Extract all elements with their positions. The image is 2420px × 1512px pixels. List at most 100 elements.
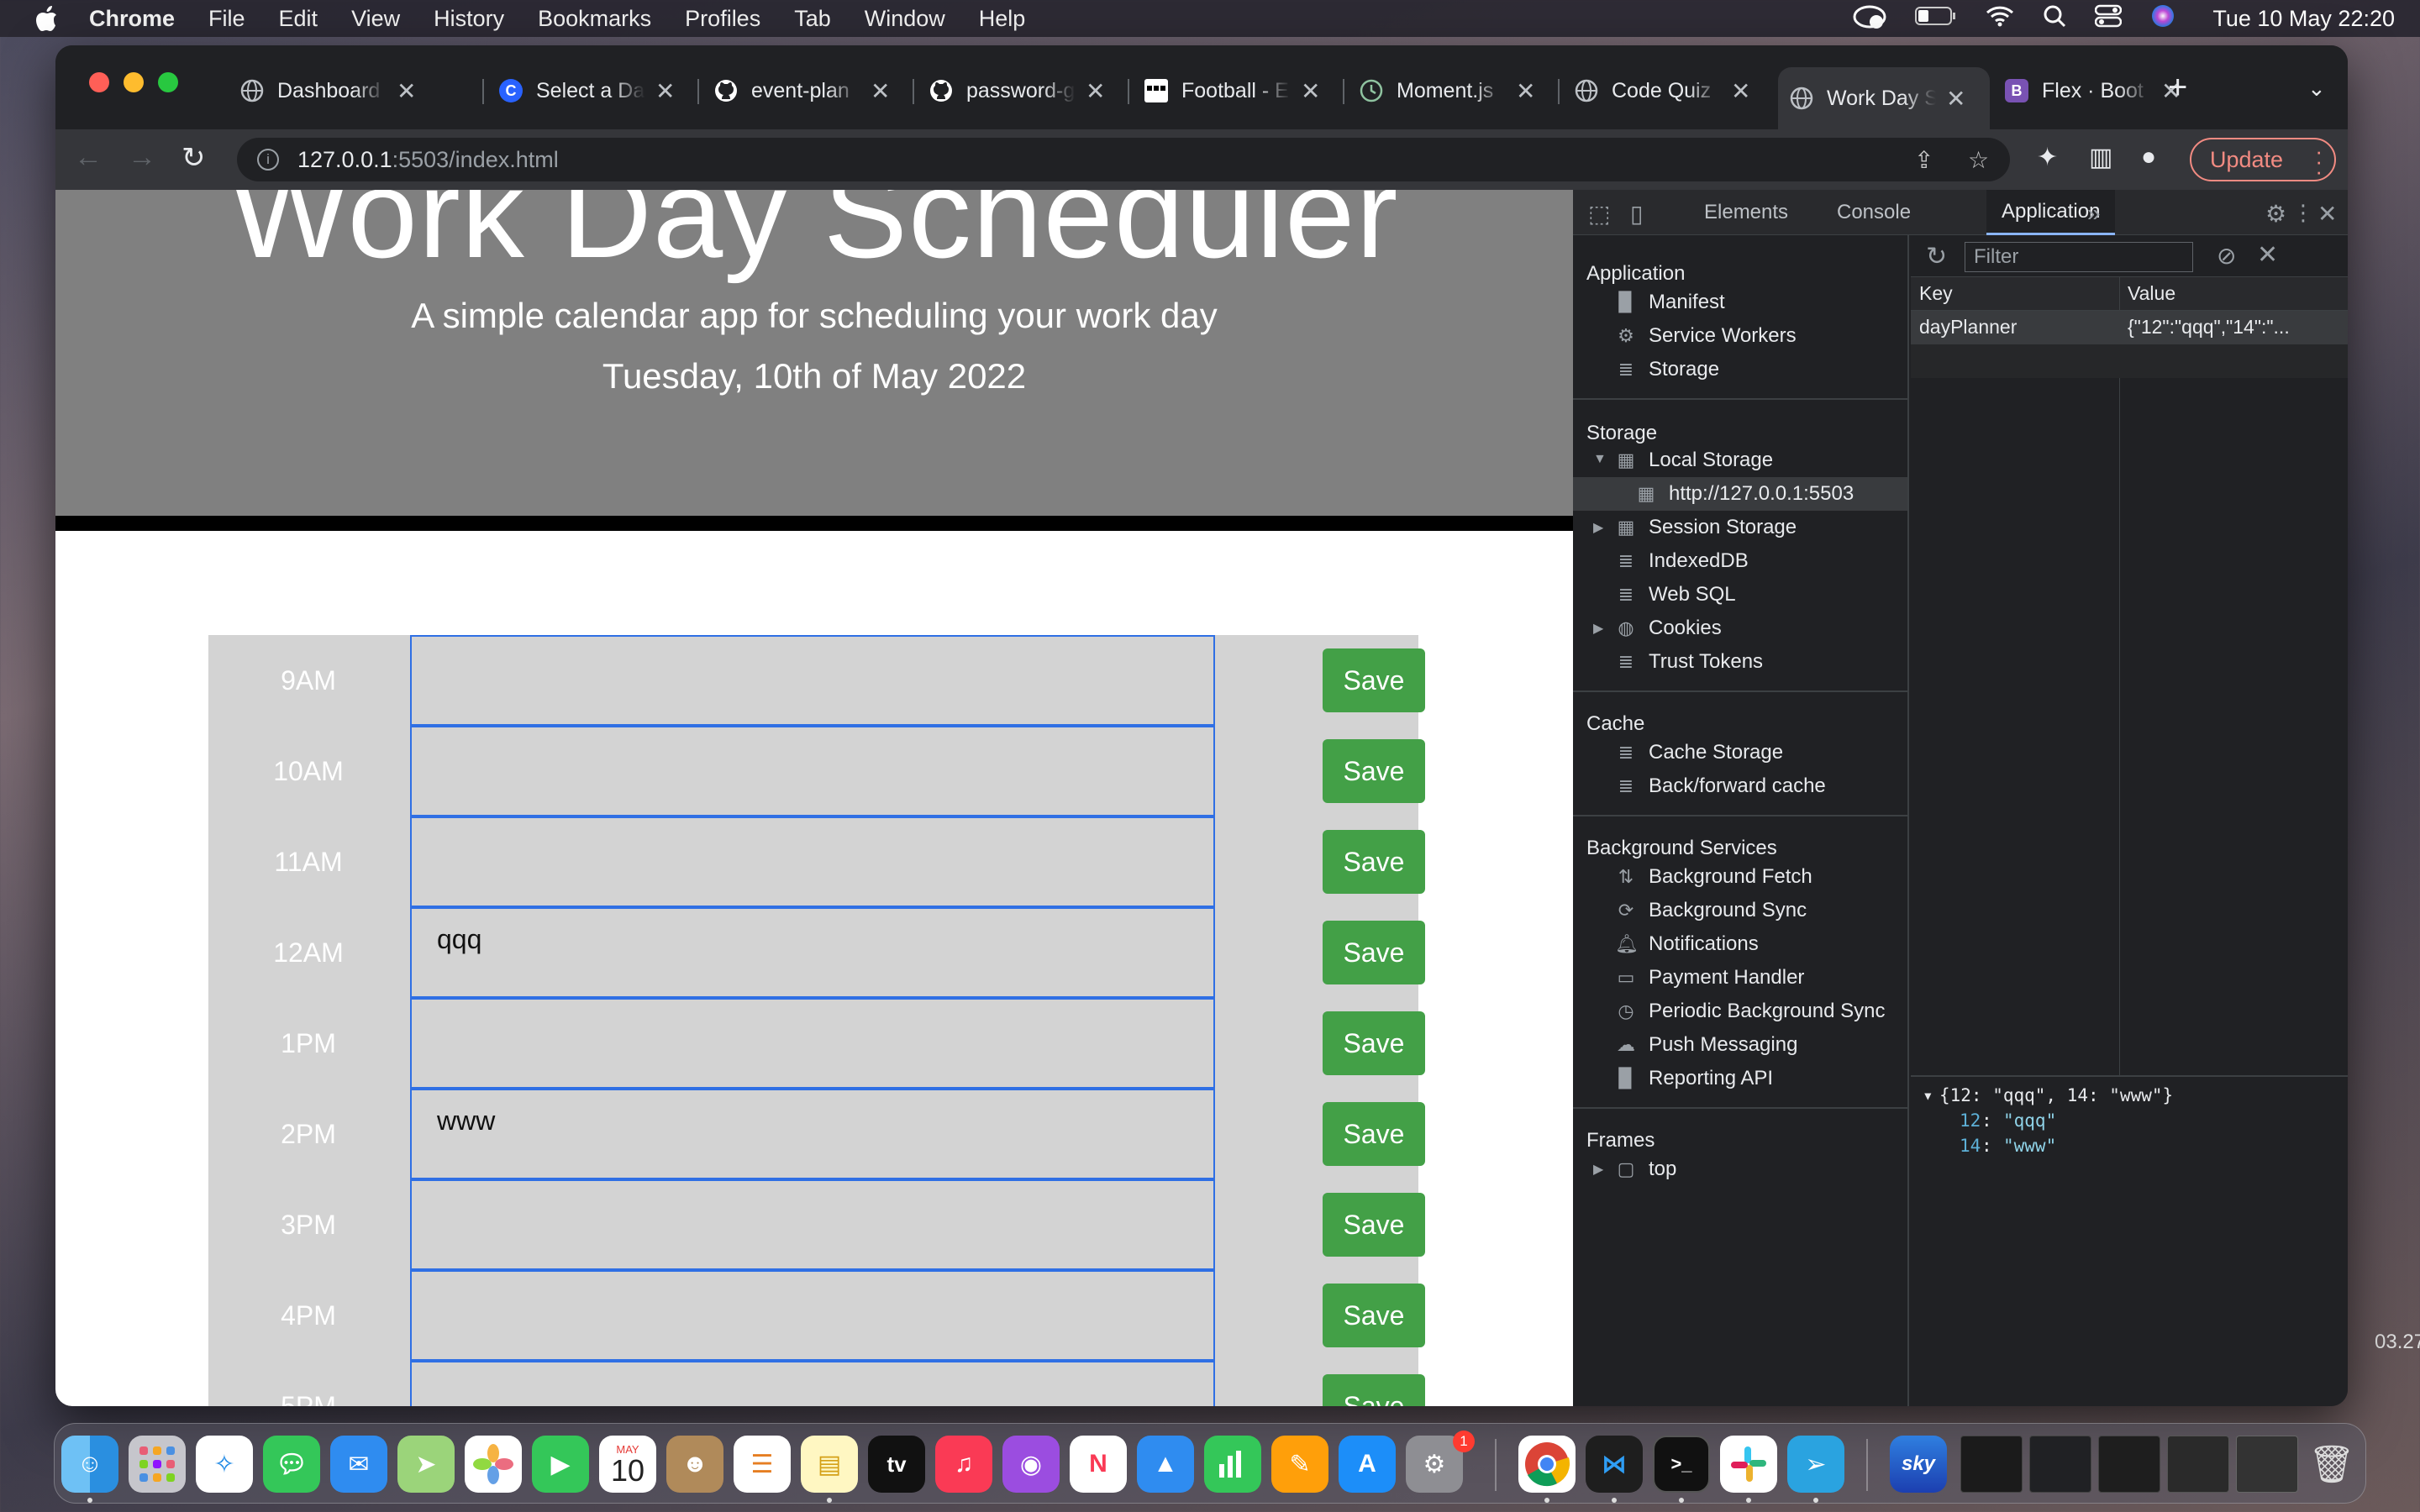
close-tab-icon[interactable]: ✕ [397, 77, 416, 105]
tab-event-planner[interactable]: event-plan ✕ [702, 67, 902, 114]
side-panel-icon[interactable]: ▥ [2089, 143, 2112, 172]
inspect-element-icon[interactable]: ⬚ [1588, 200, 1610, 228]
facetime-camera-icon[interactable]: ▶ [532, 1436, 589, 1493]
menu-kebab-icon[interactable]: · · · [2315, 140, 2323, 182]
maps-icon[interactable]: ➤ [397, 1436, 455, 1493]
slack-icon[interactable] [1720, 1436, 1777, 1493]
column-header-key[interactable]: Key [1919, 282, 1953, 305]
close-tab-icon[interactable]: ✕ [1301, 77, 1320, 105]
sky-go-icon[interactable]: sky [1890, 1436, 1947, 1493]
spotlight-search-icon[interactable] [2043, 4, 2066, 34]
save-button[interactable]: Save [1323, 648, 1425, 712]
terminal-prompt-icon[interactable]: >_ [1653, 1436, 1710, 1493]
telegram-plane-icon[interactable]: ➢ [1787, 1436, 1844, 1493]
event-textarea[interactable] [410, 635, 1215, 726]
close-tab-icon[interactable]: ✕ [655, 77, 675, 105]
tab-momentjs[interactable]: Moment.js ✕ [1348, 67, 1547, 114]
wifi-icon[interactable] [1986, 5, 2014, 33]
event-textarea[interactable]: www [410, 1089, 1215, 1179]
device-toolbar-icon[interactable]: ▯ [1630, 200, 1643, 228]
close-tab-icon[interactable]: ✕ [871, 77, 890, 105]
menu-app-name[interactable]: Chrome [89, 6, 175, 32]
preview-expand-triangle-icon[interactable]: ▾ [1923, 1085, 1933, 1105]
menu-help[interactable]: Help [979, 6, 1026, 32]
tab-code-quiz[interactable]: Code Quiz ✕ [1563, 67, 1762, 114]
creative-cloud-icon[interactable] [1853, 2, 1886, 36]
messages-bubble-icon[interactable]: 💬︎ [263, 1436, 320, 1493]
event-textarea[interactable]: qqq [410, 907, 1215, 998]
tab-flex-bootstrap[interactable]: B Flex · Boot ✕ [1993, 67, 2192, 114]
tab-dashboard[interactable]: Dashboard ✕ [229, 67, 428, 114]
expanded-triangle-icon[interactable]: ▼ [1593, 452, 1607, 467]
reminders-list-icon[interactable]: ☰ [734, 1436, 791, 1493]
minimized-window-thumbnail[interactable] [2029, 1436, 2091, 1493]
minimized-window-thumbnail[interactable] [1960, 1436, 2023, 1493]
sidebar-item-periodic-background-sync[interactable]: ◷ Periodic Background Sync [1615, 995, 1885, 1028]
devtools-settings-gear-icon[interactable]: ⚙ [2265, 200, 2286, 228]
event-textarea[interactable] [410, 1270, 1215, 1361]
trash-icon[interactable]: 🗑︎ [2303, 1436, 2360, 1493]
close-tab-icon[interactable]: ✕ [1086, 77, 1105, 105]
siri-icon[interactable] [2150, 3, 2175, 34]
save-button[interactable]: Save [1323, 1374, 1425, 1406]
mail-envelope-icon[interactable]: ✉ [330, 1436, 387, 1493]
delete-selected-icon[interactable]: ✕ [2257, 240, 2278, 270]
vscode-icon[interactable]: ⋈ [1586, 1436, 1643, 1493]
control-center-icon[interactable] [2095, 4, 2123, 34]
extensions-puzzle-icon[interactable]: ✦ [2037, 143, 2058, 172]
save-button[interactable]: Save [1323, 1284, 1425, 1347]
close-window-button[interactable] [89, 72, 109, 92]
save-button[interactable]: Save [1323, 921, 1425, 984]
chrome-icon[interactable] [1518, 1436, 1576, 1493]
tab-select-a-date[interactable]: C Select a Da ✕ [487, 67, 687, 114]
battery-icon[interactable] [1915, 6, 1957, 32]
devtools-menu-kebab-icon[interactable]: ⋮ [2292, 200, 2314, 226]
tab-password-generator[interactable]: password-g ✕ [918, 67, 1117, 114]
keynote-podium-icon[interactable]: ▲ [1137, 1436, 1194, 1493]
save-button[interactable]: Save [1323, 739, 1425, 803]
tab-elements[interactable]: Elements [1704, 190, 1788, 235]
tab-work-day-scheduler[interactable]: Work Day S ✕ [1778, 67, 1990, 129]
filter-input[interactable]: Filter [1965, 242, 2193, 272]
sidebar-item-web-sql[interactable]: ≣ Web SQL [1615, 578, 1736, 612]
reload-icon[interactable]: ↻ [182, 141, 206, 175]
event-textarea[interactable] [410, 816, 1215, 907]
menu-window[interactable]: Window [865, 6, 945, 32]
minimized-window-thumbnail[interactable] [2167, 1436, 2229, 1493]
menu-tab[interactable]: Tab [794, 6, 831, 32]
save-button[interactable]: Save [1323, 1102, 1425, 1166]
site-info-icon[interactable]: i [257, 149, 279, 171]
table-row[interactable]: dayPlanner {"12":"qqq","14":"... [1911, 311, 2348, 344]
tab-football[interactable]: Football - E ✕ [1133, 67, 1332, 114]
column-header-value[interactable]: Value [2128, 282, 2175, 305]
menu-bookmarks[interactable]: Bookmarks [538, 6, 651, 32]
sidebar-item-local-storage[interactable]: ▦ Local Storage [1615, 444, 1774, 477]
menu-history[interactable]: History [434, 6, 504, 32]
contacts-icon[interactable]: ☻ [666, 1436, 723, 1493]
sidebar-item-push-messaging[interactable]: ☁ Push Messaging [1615, 1028, 1797, 1062]
menu-profiles[interactable]: Profiles [685, 6, 760, 32]
notes-icon[interactable]: ▤ [801, 1436, 858, 1493]
sidebar-item-cache-storage[interactable]: ≣ Cache Storage [1615, 736, 1783, 769]
bookmark-star-icon[interactable]: ☆ [1968, 146, 1989, 174]
menu-clock[interactable]: Tue 10 May 22:20 [2212, 6, 2395, 32]
save-button[interactable]: Save [1323, 1011, 1425, 1075]
sidebar-item-reporting-api[interactable]: ▉ Reporting API [1615, 1062, 1774, 1095]
menu-edit[interactable]: Edit [279, 6, 318, 32]
zoom-window-button[interactable] [158, 72, 178, 92]
sidebar-item-indexeddb[interactable]: ≣ IndexedDB [1615, 544, 1749, 578]
sidebar-item-cookies[interactable]: ◍ Cookies [1615, 612, 1721, 645]
launchpad-icon[interactable] [129, 1436, 186, 1493]
share-icon[interactable]: ⇪ [1914, 146, 1933, 174]
event-textarea[interactable] [410, 1361, 1215, 1406]
minimize-window-button[interactable] [124, 72, 144, 92]
event-textarea[interactable] [410, 998, 1215, 1089]
sidebar-item-manifest[interactable]: ▉ Manifest [1615, 286, 1725, 319]
sidebar-item-background-fetch[interactable]: ⇅ Background Fetch [1615, 860, 1812, 894]
sidebar-item-service-workers[interactable]: ⚙ Service Workers [1615, 319, 1796, 353]
back-arrow-icon[interactable]: ← [74, 141, 103, 174]
minimized-window-thumbnail[interactable] [2098, 1436, 2160, 1493]
news-icon[interactable]: N [1070, 1436, 1127, 1493]
finder-icon[interactable]: ☺ [61, 1436, 118, 1493]
menu-file[interactable]: File [208, 6, 245, 32]
